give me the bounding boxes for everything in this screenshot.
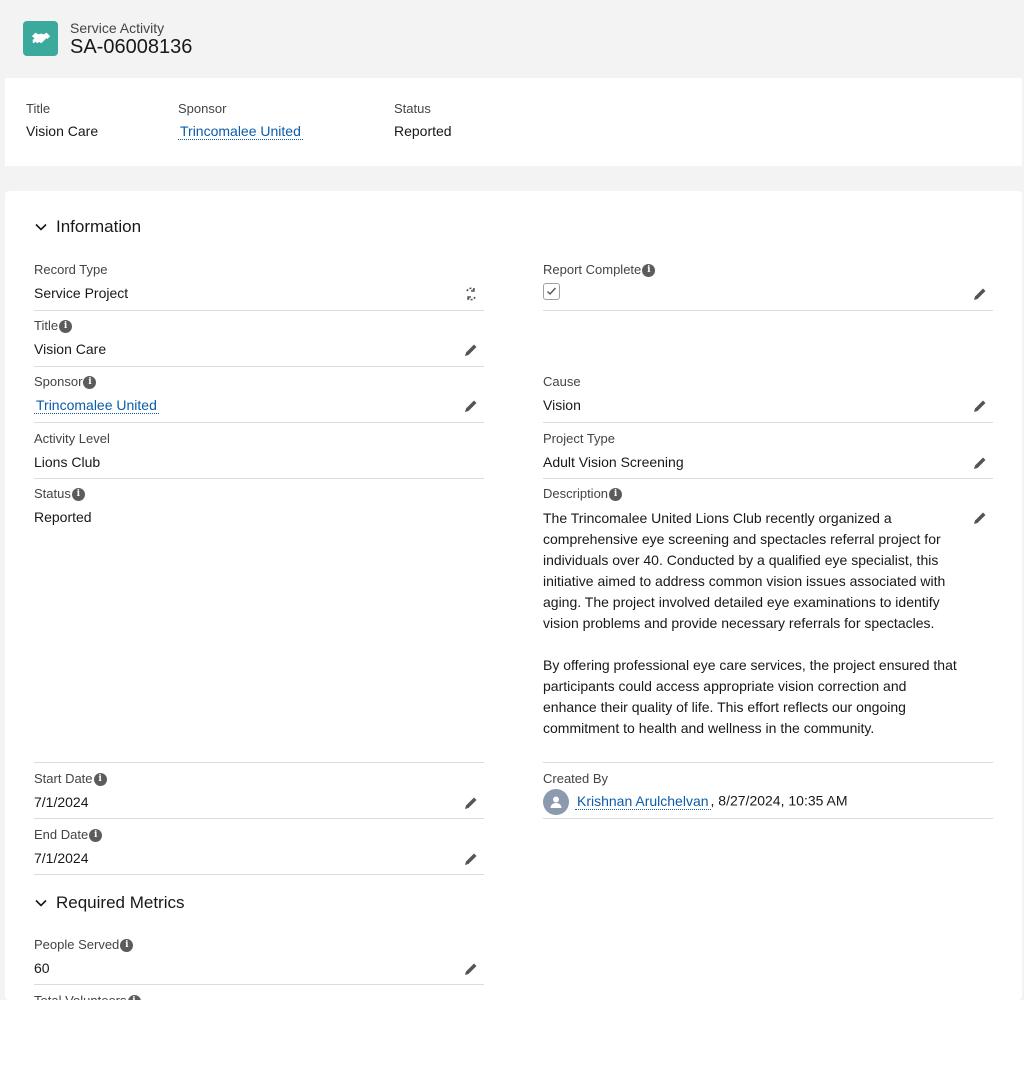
field-cause: Cause Vision <box>543 373 993 423</box>
user-icon <box>550 796 562 808</box>
highlight-status-value: Reported <box>394 123 452 139</box>
section-metrics-title: Required Metrics <box>56 893 185 912</box>
record-name: SA-06008136 <box>70 36 193 58</box>
cause-label: Cause <box>543 374 581 389</box>
sponsor-label: Sponsor <box>34 374 83 389</box>
end-date-label: End Date <box>34 827 89 842</box>
title-label: Title <box>34 318 59 333</box>
pencil-icon <box>974 457 986 469</box>
pencil-icon <box>465 853 477 865</box>
description-paragraph: The Trincomalee United Lions Club recent… <box>543 510 946 631</box>
record-header: Service Activity SA-06008136 <box>0 0 1024 76</box>
highlight-sponsor: Sponsor Trincomalee United <box>178 100 303 140</box>
edit-people-served-button[interactable] <box>462 960 480 978</box>
cause-value: Vision <box>543 397 581 413</box>
edit-project-type-button[interactable] <box>971 454 989 472</box>
field-start-date: Start Date i 7/1/2024 <box>34 770 484 819</box>
field-record-type: Record Type Service Project <box>34 261 484 311</box>
people-served-value: 60 <box>34 960 50 976</box>
pencil-icon <box>465 344 477 356</box>
info-icon[interactable]: i <box>83 375 97 389</box>
info-icon[interactable]: i <box>71 487 85 501</box>
highlight-title-value: Vision Care <box>26 123 99 139</box>
info-icon[interactable]: i <box>127 994 141 1000</box>
details-card: Information Record Type Service Project … <box>5 191 1022 1000</box>
people-served-label: People Served <box>34 937 120 952</box>
field-project-type: Project Type Adult Vision Screening <box>543 430 993 479</box>
created-by-date: , 8/27/2024, 10:35 AM <box>710 792 848 809</box>
record-type-value: Service Project <box>34 285 129 301</box>
description-text: The Trincomalee United Lions Club recent… <box>543 508 963 760</box>
edit-cause-button[interactable] <box>971 397 989 415</box>
edit-start-date-button[interactable] <box>462 794 480 812</box>
avatar <box>543 789 569 815</box>
pencil-icon <box>974 288 986 300</box>
change-record-type-button[interactable] <box>462 285 480 303</box>
edit-sponsor-button[interactable] <box>462 397 480 415</box>
info-icon[interactable]: i <box>609 487 623 501</box>
field-activity-level: Activity Level Lions Club <box>34 430 484 479</box>
created-by-value: Krishnan Arulchelvan, 8/27/2024, 10:35 A… <box>543 789 848 815</box>
section-information-toggle[interactable]: Information <box>34 217 141 237</box>
total-volunteers-label: Total Volunteers <box>34 992 127 1000</box>
highlight-title-label: Title <box>26 101 51 116</box>
info-icon[interactable]: i <box>59 319 73 333</box>
edit-end-date-button[interactable] <box>462 850 480 868</box>
sponsor-link[interactable]: Trincomalee United <box>34 397 159 414</box>
project-type-value: Adult Vision Screening <box>543 454 684 470</box>
report-complete-label: Report Complete <box>543 262 642 277</box>
pencil-icon <box>465 797 477 809</box>
created-by-user-link[interactable]: Krishnan Arulchelvan <box>575 792 711 810</box>
highlight-sponsor-label: Sponsor <box>178 101 227 116</box>
record-page: Service Activity SA-06008136 Title Visio… <box>0 0 1024 1000</box>
chevron-down-icon <box>35 899 47 907</box>
field-end-date: End Date i 7/1/2024 <box>34 826 484 875</box>
field-title: Title i Vision Care <box>34 317 484 367</box>
chevron-down-icon <box>35 223 47 231</box>
pencil-icon <box>465 963 477 975</box>
highlight-status: Status Reported <box>394 100 452 140</box>
highlight-status-label: Status <box>394 101 431 116</box>
edit-report-complete-button[interactable] <box>971 285 989 303</box>
end-date-value: 7/1/2024 <box>34 850 89 866</box>
title-value: Vision Care <box>34 341 107 357</box>
highlight-title: Title Vision Care <box>26 100 98 140</box>
section-information-title: Information <box>56 217 142 236</box>
pencil-icon <box>974 512 986 524</box>
change-record-type-icon <box>466 287 476 301</box>
field-status: Status i Reported <box>34 485 484 763</box>
info-icon[interactable]: i <box>120 938 134 952</box>
checkmark-icon <box>547 287 557 296</box>
info-icon[interactable]: i <box>93 772 107 786</box>
field-created-by: Created By Krishnan Arulchelvan, 8/27/20… <box>543 770 993 819</box>
description-paragraph: By offering professional eye care servic… <box>543 657 957 736</box>
start-date-value: 7/1/2024 <box>34 794 89 810</box>
pencil-icon <box>974 400 986 412</box>
project-type-label: Project Type <box>543 431 616 446</box>
status-value: Reported <box>34 509 92 525</box>
pencil-icon <box>465 400 477 412</box>
field-people-served: People Served i 60 <box>34 936 484 985</box>
handshake-icon <box>23 21 58 56</box>
description-label: Description <box>543 486 609 501</box>
edit-title-button[interactable] <box>462 341 480 359</box>
info-icon[interactable]: i <box>89 828 103 842</box>
field-sponsor: Sponsor i Trincomalee United <box>34 373 484 423</box>
activity-level-value: Lions Club <box>34 454 101 470</box>
activity-level-label: Activity Level <box>34 431 110 446</box>
section-metrics-toggle[interactable]: Required Metrics <box>34 893 185 913</box>
edit-description-button[interactable] <box>971 509 989 527</box>
highlights-panel: Title Vision Care Sponsor Trincomalee Un… <box>5 78 1022 166</box>
start-date-label: Start Date <box>34 771 93 786</box>
field-description: Description i The Trincomalee United Lion… <box>543 485 993 763</box>
created-by-label: Created By <box>543 771 609 786</box>
highlight-sponsor-link[interactable]: Trincomalee United <box>178 123 303 140</box>
info-icon[interactable]: i <box>642 263 656 277</box>
field-total-volunteers: Total Volunteersi <box>34 992 484 1000</box>
object-type-label: Service Activity <box>70 20 165 36</box>
status-label: Status <box>34 486 71 501</box>
report-complete-checkbox[interactable] <box>543 283 560 300</box>
field-report-complete: Report Complete i <box>543 261 993 311</box>
record-type-label: Record Type <box>34 262 108 277</box>
